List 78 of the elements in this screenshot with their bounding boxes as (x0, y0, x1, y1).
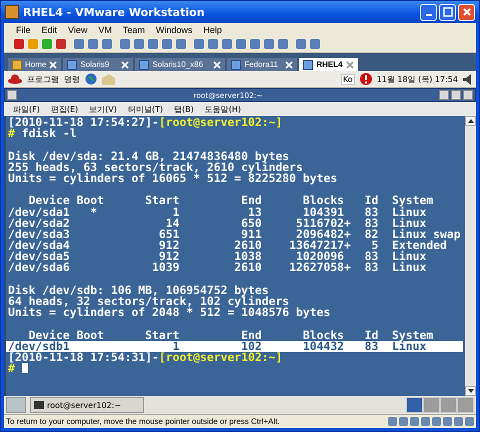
output-line: Disk /dev/sdb: 106 MB, 106954752 bytes (7, 284, 269, 296)
home-icon (12, 60, 22, 70)
workspace-button[interactable] (406, 397, 423, 413)
vm-tab[interactable]: Solaris10_x86 (135, 58, 226, 71)
output-line: Units = cylinders of 2048 * 512 = 1048576 bytes (7, 307, 332, 318)
menu-item[interactable]: Team (122, 24, 145, 34)
output-line: 64 heads, 32 sectors/track, 102 cylinders (7, 296, 290, 308)
menu-item[interactable]: VM (98, 24, 112, 34)
pause-icon[interactable] (28, 39, 38, 49)
output-line: /dev/sda4 912 2610 13647217+ 5 Extended (7, 240, 447, 252)
up-arrow-icon (468, 119, 474, 123)
vm-icon (67, 60, 78, 70)
hat-icon[interactable] (8, 74, 22, 84)
window-menu-icon[interactable] (7, 90, 17, 100)
prompt-sign: # (8, 126, 15, 140)
output-line: /dev/sda3 651 911 2096482+ 82 Linux swap (7, 228, 462, 240)
vm-icon (231, 60, 242, 70)
speaker-icon[interactable] (463, 74, 472, 84)
terminal-icon (34, 401, 44, 409)
panel-menu[interactable]: 명령 (64, 74, 80, 84)
output-line: Disk /dev/sda: 21.4 GB, 21474836480 bytes (7, 150, 290, 162)
alert-icon[interactable] (360, 73, 372, 85)
vm-icon (139, 60, 150, 70)
vm-tab[interactable]: Solaris9 (63, 58, 134, 71)
workspace-button[interactable] (440, 397, 457, 413)
play-icon[interactable] (42, 39, 52, 49)
prompt-sign: # (8, 361, 15, 376)
menu-item[interactable]: Edit (42, 24, 58, 34)
menu-item[interactable]: 도움말(H) (204, 104, 241, 114)
panel-menu[interactable]: 프로그램 (27, 74, 59, 84)
menu-item[interactable]: 터미널(T) (128, 104, 163, 114)
prompt-timestamp: [2010-11-18 17:54:31]- (8, 350, 159, 364)
output-line: /dev/sda6 1039 2610 12627058+ 83 Linux (7, 262, 428, 274)
menu-item[interactable]: File (16, 24, 31, 34)
taskbar-button[interactable]: root@server102:~ (30, 397, 144, 413)
down-arrow-icon (468, 389, 474, 393)
vm-icon (303, 60, 314, 70)
app-icon (5, 5, 19, 19)
reset-icon[interactable] (56, 39, 66, 49)
close-icon (462, 7, 472, 17)
vm-tab[interactable]: RHEL4 (299, 58, 358, 71)
menu-item[interactable]: Help (203, 24, 222, 34)
menu-item[interactable]: Windows (156, 24, 192, 34)
output-line: /dev/sda1 * 1 13 104391 83 Linux (7, 206, 426, 218)
output-line: Device Boot Start End Blocks Id System (28, 195, 434, 206)
workspace-button[interactable] (423, 397, 440, 413)
close-icon[interactable] (346, 60, 354, 68)
maximize-icon (442, 7, 452, 17)
window-title: RHEL4 - VMware Workstation (23, 6, 206, 18)
show-desktop-icon[interactable] (6, 397, 26, 413)
menu-item[interactable]: View (68, 24, 88, 34)
scrollbar[interactable] (465, 116, 476, 396)
clock[interactable]: 11월 18일 (목) 17:54 (376, 74, 458, 84)
scroll-up-button[interactable] (465, 116, 476, 126)
scroll-down-button[interactable] (465, 386, 476, 396)
prompt-host: [root@server102:~] (158, 350, 282, 364)
minimize-button[interactable] (439, 90, 449, 100)
menu-item[interactable]: 보기(V) (89, 104, 117, 114)
menu-item[interactable]: 파일(F) (13, 104, 40, 114)
stop-icon[interactable] (14, 39, 24, 49)
input-method-indicator[interactable]: Ko (340, 74, 355, 84)
prompt-timestamp: [2010-11-18 17:54:27]- (8, 115, 159, 129)
vm-tab[interactable]: Fedora11 (227, 58, 298, 71)
output-line: /dev/sda5 912 1038 1020096 83 Linux (7, 251, 426, 262)
prompt-host: [root@server102:~] (158, 115, 282, 129)
maximize-button[interactable] (451, 90, 461, 100)
close-button[interactable] (463, 90, 473, 100)
vm-tab[interactable]: Home (8, 58, 62, 71)
command-text: fdisk -l (22, 126, 77, 140)
output-line: 255 heads, 63 sectors/track, 2610 cylinders (7, 162, 304, 173)
minimize-icon (426, 14, 432, 16)
menu-item[interactable]: 탭(B) (174, 104, 194, 114)
output-line: /dev/sda2 14 650 5116702+ 83 Linux (7, 218, 428, 229)
status-text: To return to your computer, move the mouse pointer outside or press Ctrl+Alt. (6, 417, 281, 426)
output-line: Units = cylinders of 16065 * 512 = 8225280 bytes (7, 172, 338, 184)
menu-item[interactable]: 편집(E) (50, 104, 78, 114)
globe-icon[interactable] (85, 73, 97, 85)
output-line: Device Boot Start End Blocks Id System (28, 330, 434, 341)
